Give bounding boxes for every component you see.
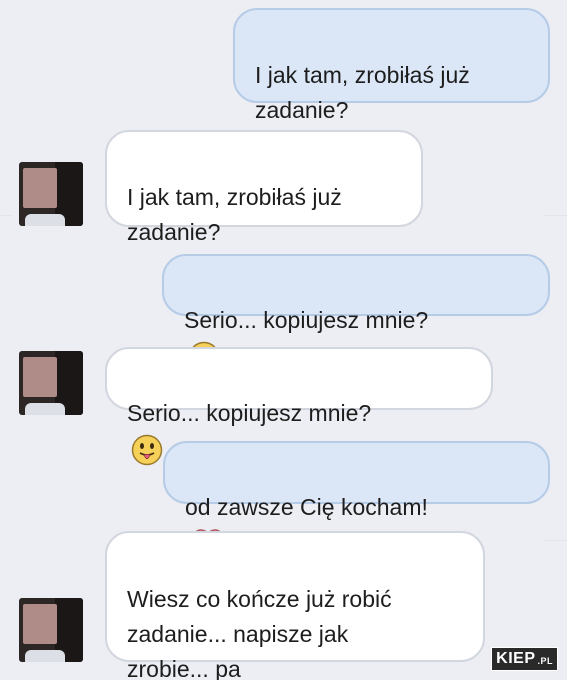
outgoing-message: od zawsze Cię kocham! (163, 441, 550, 558)
message-text: I jak tam, zrobiłaś już zadanie? (127, 184, 342, 245)
outgoing-message: Serio... kopiujesz mnie? (162, 254, 550, 373)
incoming-message: Serio... kopiujesz mnie? (105, 347, 493, 466)
divider (545, 215, 567, 216)
chat-conversation: I jak tam, zrobiłaś już zadanie? I jak t… (0, 0, 567, 680)
incoming-message: Wiesz co kończe już robić zadanie... nap… (105, 531, 485, 680)
contact-avatar[interactable] (19, 598, 83, 662)
message-text: Serio... kopiujesz mnie? (127, 400, 372, 426)
divider (545, 540, 567, 541)
message-text: od zawsze Cię kocham! (185, 494, 428, 520)
contact-avatar[interactable] (19, 162, 83, 226)
message-text: I jak tam, zrobiłaś już zadanie? (255, 62, 470, 123)
incoming-message: I jak tam, zrobiłaś już zadanie? (105, 130, 423, 245)
site-watermark-logo: KIEP .PL (491, 647, 558, 671)
message-text: Wiesz co kończe już robić zadanie... nap… (127, 586, 392, 680)
divider (0, 215, 12, 216)
outgoing-message: I jak tam, zrobiłaś już zadanie? (233, 8, 550, 123)
tongue-out-emoji-icon (131, 434, 163, 466)
message-text: Serio... kopiujesz mnie? (184, 307, 429, 333)
contact-avatar[interactable] (19, 351, 83, 415)
